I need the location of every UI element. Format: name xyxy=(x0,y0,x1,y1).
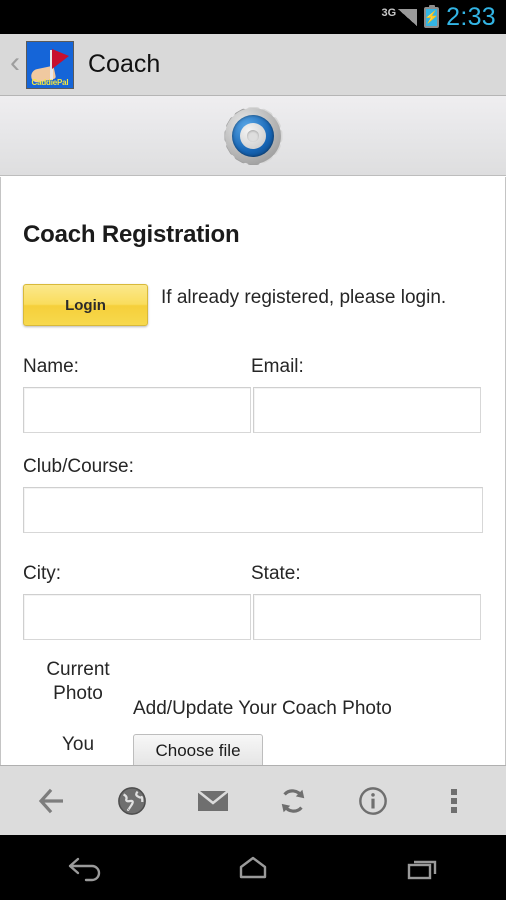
name-label: Name: xyxy=(23,356,79,377)
choose-file-button[interactable]: Choose file xyxy=(133,734,263,765)
name-email-inputs xyxy=(23,387,483,433)
charging-bolt: ⚡ xyxy=(424,10,440,24)
club-course-input-row xyxy=(23,487,483,533)
name-email-labels: Name: Email: xyxy=(23,356,483,378)
app-icon-label: CaddiePal xyxy=(31,77,69,87)
city-input[interactable] xyxy=(23,594,251,640)
android-home-icon[interactable] xyxy=(213,844,293,892)
refresh-icon[interactable] xyxy=(267,775,319,827)
club-course-input[interactable] xyxy=(23,487,483,533)
android-nav-bar xyxy=(0,835,506,900)
photo-caption: Add/Update Your Coach Photo xyxy=(133,698,392,719)
city-state-inputs xyxy=(23,594,483,640)
current-photo-line1: Current xyxy=(46,659,110,680)
browser-toolbar xyxy=(0,765,506,835)
photo-upload-column: Add/Update Your Coach Photo Choose file xyxy=(133,658,483,765)
current-photo-line2: Photo xyxy=(53,683,103,705)
gear-icon xyxy=(224,106,282,165)
back-chevron-icon[interactable]: ‹ xyxy=(4,48,26,78)
city-label: City: xyxy=(23,563,61,584)
overflow-menu-icon[interactable] xyxy=(428,775,480,827)
web-content[interactable]: Coach Registration Login If already regi… xyxy=(0,177,506,765)
registration-heading: Coach Registration xyxy=(23,221,240,248)
city-state-labels: City: State: xyxy=(23,563,483,585)
app-icon-caddiepal[interactable]: CaddiePal xyxy=(26,40,74,89)
current-photo-you: You xyxy=(61,733,95,755)
email-label: Email: xyxy=(251,356,304,377)
signal-bars-icon: 3G xyxy=(381,7,418,26)
signal-triangle xyxy=(398,9,418,26)
flag-cloth-shape xyxy=(52,48,69,69)
battery-fill: ⚡ xyxy=(424,8,440,26)
android-back-icon[interactable] xyxy=(44,844,124,892)
name-input[interactable] xyxy=(23,387,251,433)
back-arrow-icon[interactable] xyxy=(26,775,78,827)
page-title: Coach xyxy=(88,50,161,78)
globe-icon[interactable] xyxy=(106,775,158,827)
device-screen: 3G ⚡ 2:33 ‹ CaddiePal Coach Coach Regist… xyxy=(0,0,506,900)
status-bar: 3G ⚡ 2:33 xyxy=(0,0,506,34)
login-button[interactable]: Login xyxy=(23,284,148,326)
status-bar-right: 3G ⚡ 2:33 xyxy=(381,2,496,31)
state-input[interactable] xyxy=(253,594,481,640)
photo-section: Current Photo You Add/Update Your Coach … xyxy=(23,658,483,765)
header-banner xyxy=(0,96,506,176)
network-type-label: 3G xyxy=(381,7,397,19)
login-note: If already registered, please login. xyxy=(161,287,447,308)
club-course-label: Club/Course: xyxy=(23,456,134,477)
status-bar-clock: 2:33 xyxy=(446,2,496,31)
info-icon[interactable] xyxy=(347,775,399,827)
login-row: Login If already registered, please logi… xyxy=(23,284,483,326)
mail-icon[interactable] xyxy=(187,775,239,827)
android-recents-icon[interactable] xyxy=(382,844,462,892)
email-input[interactable] xyxy=(253,387,481,433)
gear-hole xyxy=(247,129,259,142)
state-label: State: xyxy=(251,563,301,584)
battery-charging-icon: ⚡ xyxy=(424,4,440,28)
app-title-bar: ‹ CaddiePal Coach xyxy=(0,34,506,96)
current-photo-column: Current Photo You xyxy=(23,658,133,765)
